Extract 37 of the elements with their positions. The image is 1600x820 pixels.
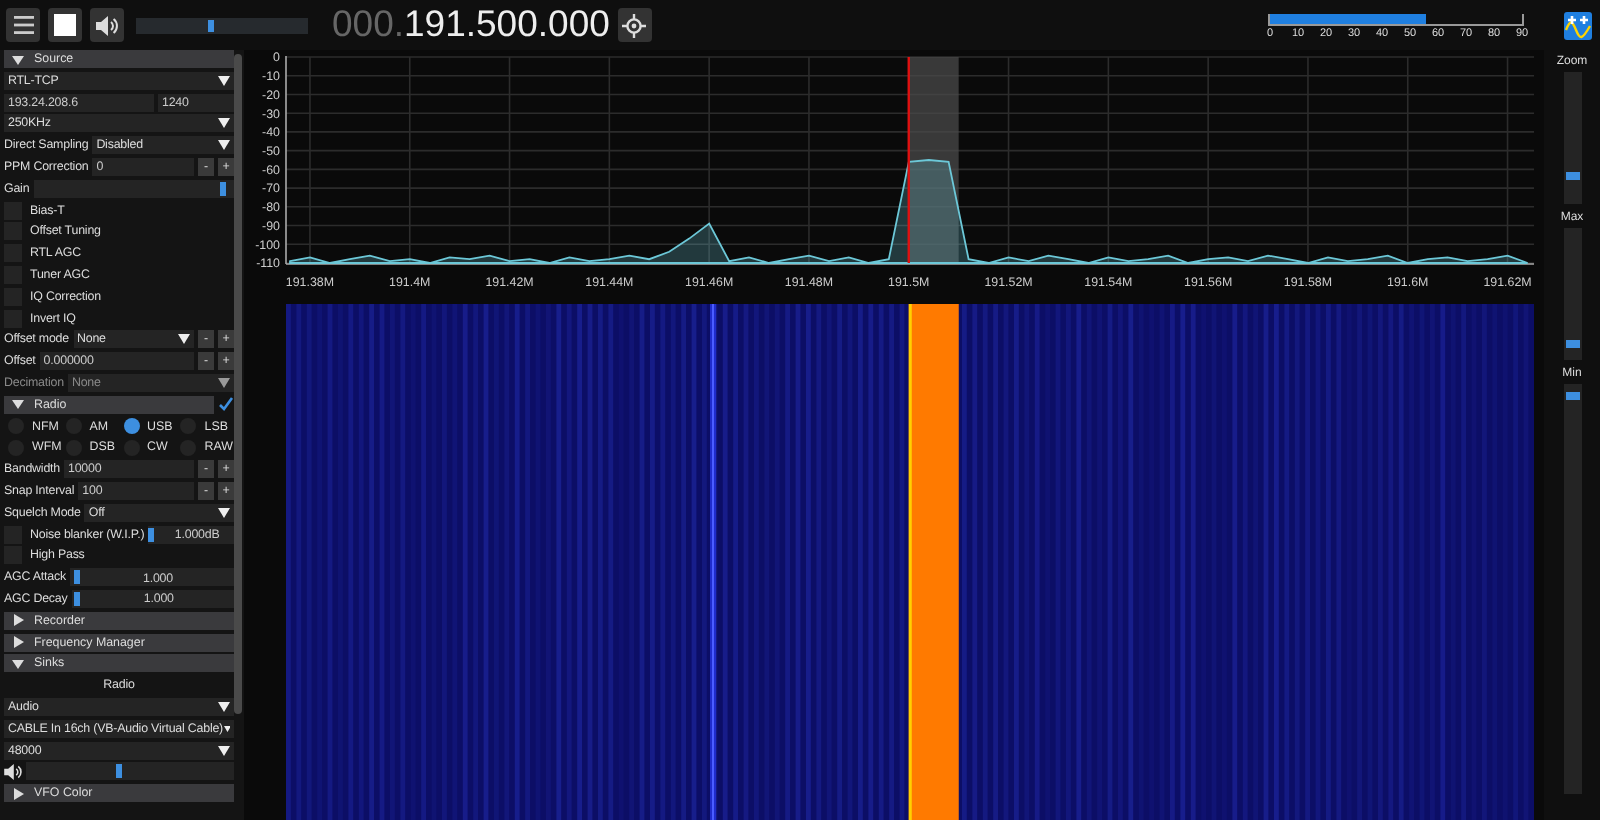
caret-icon: [12, 53, 24, 65]
slider-thumb[interactable]: [1565, 339, 1579, 348]
stop-button[interactable]: [48, 8, 82, 42]
slider-thumb[interactable]: [148, 527, 155, 542]
speaker-icon: [96, 15, 118, 35]
caret-icon: [218, 75, 230, 86]
slider-thumb[interactable]: [116, 764, 123, 779]
stop-icon: [54, 14, 76, 36]
caret-icon: [178, 334, 190, 345]
slider-thumb[interactable]: [1565, 171, 1579, 180]
crosshair-icon: [622, 13, 647, 37]
slider-thumb[interactable]: [74, 591, 81, 606]
tuning-line[interactable]: [907, 57, 910, 263]
caret-icon: [218, 507, 230, 518]
vertical-slider[interactable]: [1563, 72, 1581, 204]
waveform-logo-icon[interactable]: [1564, 11, 1592, 39]
slider-thumb[interactable]: [220, 181, 227, 196]
vertical-slider[interactable]: [1563, 384, 1581, 794]
mute-button[interactable]: [90, 8, 124, 42]
slider[interactable]: [33, 179, 234, 198]
caret-icon: [12, 398, 24, 411]
speaker-icon[interactable]: [4, 763, 22, 780]
volume-slider[interactable]: [136, 17, 308, 33]
menu-button[interactable]: [6, 8, 40, 42]
frequency-display[interactable]: 191.500.000: [404, 2, 610, 45]
caret-icon: [218, 377, 230, 388]
checkmark-icon[interactable]: [218, 396, 234, 413]
slider-thumb[interactable]: [73, 570, 80, 585]
vertical-slider[interactable]: [1563, 228, 1581, 360]
volume-slider[interactable]: [26, 762, 234, 781]
slider-thumb[interactable]: [207, 19, 214, 31]
menu-icon: [13, 16, 33, 34]
slider-thumb[interactable]: [1565, 392, 1579, 401]
vfo-band[interactable]: [908, 57, 959, 263]
scrollbar-thumb[interactable]: [234, 54, 242, 714]
caret-icon: [12, 787, 24, 800]
center-button[interactable]: [617, 8, 652, 42]
